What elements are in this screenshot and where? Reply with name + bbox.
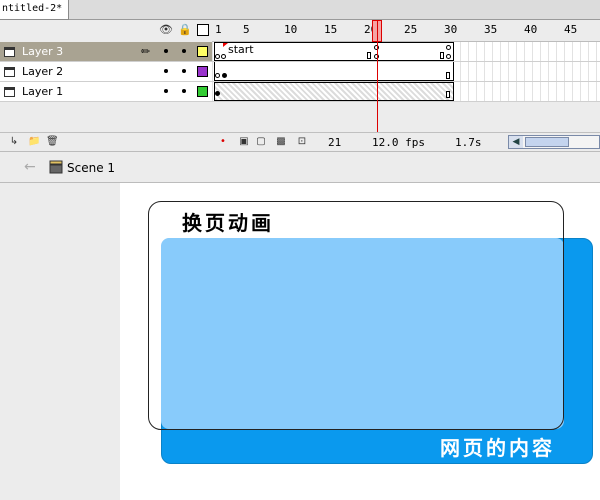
ruler-label: 10 <box>284 23 298 36</box>
timeline-scrollbar[interactable]: ◀ <box>508 135 600 149</box>
content-label: 网页的内容 <box>440 436 555 460</box>
layer-row-layer-1[interactable]: Layer 1 <box>0 82 212 102</box>
row-divider <box>212 101 600 102</box>
onion-skin-outlines-icon[interactable]: ▢ <box>255 136 267 148</box>
lock-dot[interactable] <box>182 69 186 73</box>
scrollbar-thumb[interactable] <box>525 137 569 147</box>
frame-span[interactable] <box>214 62 454 81</box>
current-frame: 21 <box>328 136 342 149</box>
playhead-line <box>377 20 378 132</box>
timeline-footer: ↳ 📁 🗑 • ▣ ▢ ▩ ⊡ 21 12.0 fps 1.7s ◀ <box>0 132 600 151</box>
keyframe-empty[interactable] <box>215 54 220 59</box>
layer-icon <box>4 67 15 77</box>
frame-ruler[interactable]: 1 5 10 15 20 25 30 35 40 45 <box>212 20 600 42</box>
ruler-label: 1 <box>215 23 222 36</box>
layer-header: 👁 🔒 <box>0 20 212 42</box>
edit-multiple-frames-icon[interactable]: ▩ <box>275 136 287 148</box>
layer-name: Layer 3 <box>22 45 64 58</box>
visibility-dot[interactable] <box>164 89 168 93</box>
timeline-panel: 👁 🔒 1 5 10 15 20 25 30 35 40 45 Layer 3 … <box>0 20 600 151</box>
scene-label[interactable]: Scene 1 <box>67 161 115 175</box>
elapsed-time: 1.7s <box>455 136 482 149</box>
frame-end-marker[interactable] <box>446 72 450 79</box>
insert-folder-icon[interactable]: 📁 <box>28 136 40 148</box>
keyframe[interactable] <box>222 73 227 78</box>
lock-dot[interactable] <box>182 89 186 93</box>
lock-dot[interactable] <box>182 49 186 53</box>
ruler-label: 40 <box>524 23 538 36</box>
keyframe-empty[interactable] <box>215 73 220 78</box>
ruler-label: 15 <box>324 23 338 36</box>
layer-name: Layer 2 <box>22 65 64 78</box>
center-frame-icon[interactable]: • <box>217 136 229 148</box>
card-title: 换页动画 <box>182 211 274 235</box>
frames-area[interactable]: start <box>212 20 600 132</box>
ruler-label: 25 <box>404 23 418 36</box>
frame-span-tween[interactable] <box>214 82 454 101</box>
ruler-label: 45 <box>564 23 578 36</box>
edit-bar: ← Scene 1 <box>0 151 600 183</box>
scene-clapper-icon <box>49 160 63 174</box>
modify-onion-markers-icon[interactable]: ⊡ <box>296 136 308 148</box>
layer-row-layer-3[interactable]: Layer 3 ✏ <box>0 42 212 62</box>
layer-row-layer-2[interactable]: Layer 2 <box>0 62 212 82</box>
visibility-dot[interactable] <box>164 49 168 53</box>
document-tab-strip: ntitled-2* <box>0 0 600 20</box>
keyframe[interactable] <box>215 91 220 96</box>
frame-end-marker[interactable] <box>446 91 450 98</box>
onion-skin-icon[interactable]: ▣ <box>238 136 250 148</box>
outline-color-swatch[interactable] <box>197 46 208 57</box>
ruler-label: 5 <box>243 23 250 36</box>
document-tab[interactable]: ntitled-2* <box>0 0 70 20</box>
delete-layer-icon[interactable]: 🗑 <box>46 136 59 148</box>
layer-list: Layer 3 ✏ Layer 2 Layer 1 <box>0 42 212 102</box>
lock-icon[interactable]: 🔒 <box>178 24 192 36</box>
keyframe-empty[interactable] <box>446 54 451 59</box>
pencil-icon: ✏ <box>141 45 151 58</box>
frame-label: start <box>228 43 254 56</box>
frame-end-marker[interactable] <box>367 52 371 59</box>
layer-icon <box>4 87 15 97</box>
outline-color-swatch[interactable] <box>197 86 208 97</box>
eye-icon[interactable]: 👁 <box>159 24 173 36</box>
add-motion-guide-icon[interactable]: ↳ <box>8 136 20 148</box>
back-arrow-icon[interactable]: ← <box>24 159 36 175</box>
frame-rate[interactable]: 12.0 fps <box>372 136 425 149</box>
outline-color-swatch[interactable] <box>197 66 208 77</box>
keyframe-empty[interactable] <box>446 45 451 50</box>
ruler-label: 30 <box>444 23 458 36</box>
outline-icon[interactable] <box>197 24 209 36</box>
layer-name: Layer 1 <box>22 85 64 98</box>
scroll-left-arrow-icon[interactable]: ◀ <box>509 136 523 148</box>
layer-icon <box>4 47 15 57</box>
visibility-dot[interactable] <box>164 69 168 73</box>
keyframe-empty[interactable] <box>221 54 226 59</box>
ruler-label: 35 <box>484 23 498 36</box>
frame-end-marker[interactable] <box>440 52 444 59</box>
